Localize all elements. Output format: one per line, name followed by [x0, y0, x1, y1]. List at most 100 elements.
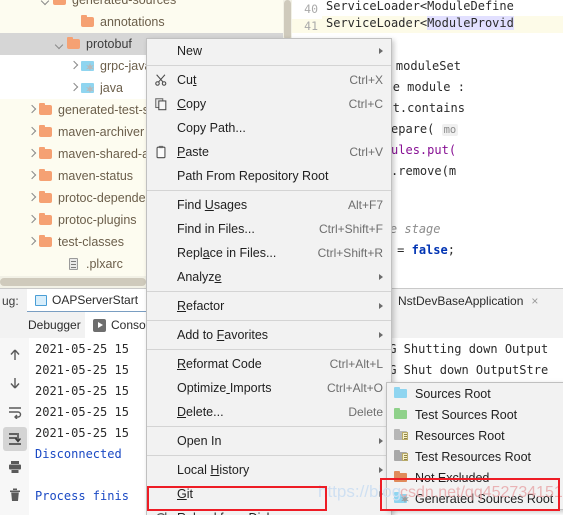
menu-item-label: Delete...	[177, 405, 224, 419]
submenu-arrow-icon	[379, 332, 383, 338]
chevron-right-icon[interactable]	[26, 149, 37, 160]
test-resources-root-icon	[394, 450, 408, 462]
menu-item-delete[interactable]: Delete... Delete	[147, 400, 391, 424]
clipboard-icon	[154, 145, 168, 159]
menu-item-analyze[interactable]: Analyze	[147, 265, 391, 289]
menu-item-cut[interactable]: Cut Ctrl+X	[147, 68, 391, 92]
run-tab-label: OAPServerStart	[52, 293, 139, 307]
console-line: Process finis	[35, 489, 129, 503]
folder-icon	[39, 125, 53, 138]
param-hint-chip: mo	[441, 124, 459, 136]
line-number-41: 41	[292, 19, 322, 33]
soft-wrap-icon[interactable]	[3, 399, 27, 423]
chevron-right-icon[interactable]	[26, 105, 37, 116]
context-menu[interactable]: New Cut Ctrl+X Copy Ctrl+C Copy Path... Paste C…	[146, 38, 392, 515]
code-selection: ModuleProvid	[427, 16, 514, 30]
console-line: Disconnected	[35, 447, 122, 461]
console-icon	[93, 318, 106, 332]
menu-separator	[147, 426, 391, 427]
console-line: 2021-05-25 15	[35, 342, 129, 356]
submenu-item-test-sources-root[interactable]: Test Sources Root	[387, 404, 563, 425]
run-config-icon	[35, 294, 47, 306]
menu-separator	[147, 190, 391, 191]
chevron-right-icon[interactable]	[26, 127, 37, 138]
menu-item-paste[interactable]: Paste Ctrl+V	[147, 140, 391, 164]
menu-item-shortcut: Ctrl+C	[348, 97, 383, 111]
annotation-box-mark-directory	[147, 486, 327, 511]
submenu-item-label: Sources Root	[415, 386, 491, 401]
menu-item-shortcut: Ctrl+Shift+R	[317, 246, 383, 260]
menu-item-new[interactable]: New	[147, 39, 391, 63]
console-line: 2021-05-25 15	[35, 405, 129, 419]
menu-item-reformat-code[interactable]: Reformat Code Ctrl+Alt+L	[147, 352, 391, 376]
run-tab-nstdevbaseapplication[interactable]: NstDevBaseApplication ×	[390, 289, 546, 313]
folder-icon	[67, 37, 81, 50]
chevron-down-icon[interactable]	[54, 39, 65, 50]
tree-node-label: grpc-java	[100, 59, 152, 73]
close-icon[interactable]: ×	[531, 294, 538, 308]
trash-icon[interactable]	[3, 483, 27, 507]
menu-item-add-to-favorites[interactable]: Add to Favorites	[147, 323, 391, 347]
run-tab-oapserverstart[interactable]: OAPServerStart	[27, 289, 147, 313]
chevron-right-icon[interactable]	[26, 215, 37, 226]
submenu-arrow-icon	[379, 274, 383, 280]
menu-item-label: Add to Favorites	[177, 328, 269, 342]
menu-item-open-in[interactable]: Open In	[147, 429, 391, 453]
tree-node-generated-sources[interactable]: generated-sources	[0, 0, 292, 11]
folder-icon	[39, 191, 53, 204]
menu-item-copy-path[interactable]: Copy Path...	[147, 116, 391, 140]
tree-hscroll-thumb[interactable]	[0, 278, 146, 286]
chevron-down-icon[interactable]	[40, 0, 51, 6]
tree-node-label: maven-archiver	[58, 125, 145, 139]
menu-item-shortcut: Ctrl+X	[349, 73, 383, 87]
tree-node-label: annotations	[100, 15, 165, 29]
tree-node-annotations[interactable]: annotations	[0, 11, 292, 33]
code-line-0: ServiceLoader<ModuleDefine	[326, 0, 514, 13]
menu-item-find-usages[interactable]: Find Usages Alt+F7	[147, 193, 391, 217]
tree-vscroll-thumb[interactable]	[284, 0, 291, 40]
chevron-right-icon[interactable]	[26, 193, 37, 204]
scroll-to-end-icon[interactable]	[3, 427, 27, 451]
menu-item-copy[interactable]: Copy Ctrl+C	[147, 92, 391, 116]
menu-item-label: Path From Repository Root	[177, 169, 329, 183]
menu-item-label: Refactor	[177, 299, 225, 313]
chevron-right-icon[interactable]	[68, 83, 79, 94]
tree-node-label: java	[100, 81, 123, 95]
chevron-right-icon[interactable]	[26, 237, 37, 248]
print-icon[interactable]	[3, 455, 27, 479]
copy-icon	[154, 97, 168, 111]
scroll-up-icon[interactable]	[3, 343, 27, 367]
menu-separator	[147, 291, 391, 292]
debugger-tab-label: Debugger	[28, 318, 81, 332]
chevron-right-icon[interactable]	[26, 171, 37, 182]
folder-icon	[39, 213, 53, 226]
menu-item-shortcut: Ctrl+Shift+F	[318, 222, 383, 236]
submenu-item-test-resources-root[interactable]: Test Resources Root	[387, 446, 563, 467]
code-line-1: ServiceLoader<ModuleProvid	[326, 16, 514, 30]
submenu-item-resources-root[interactable]: Resources Root	[387, 425, 563, 446]
submenu-item-label: Test Resources Root	[415, 449, 532, 464]
menu-separator	[147, 65, 391, 66]
debug-window-label: ug:	[2, 294, 19, 308]
submenu-item-sources-root[interactable]: Sources Root	[387, 383, 563, 404]
scissors-icon	[154, 73, 168, 87]
chevron-right-icon[interactable]	[68, 61, 79, 72]
menu-item-local-history[interactable]: Local History	[147, 458, 391, 482]
menu-item-find-in-files[interactable]: Find in Files... Ctrl+Shift+F	[147, 217, 391, 241]
tab-debugger[interactable]: Debugger	[20, 312, 89, 338]
folder-icon	[39, 235, 53, 248]
submenu-arrow-icon	[379, 303, 383, 309]
menu-item-replace-in-files[interactable]: Replace in Files... Ctrl+Shift+R	[147, 241, 391, 265]
scroll-down-icon[interactable]	[3, 371, 27, 395]
tree-node-label: generated-sources	[72, 0, 177, 7]
menu-item-path-from-repository-root[interactable]: Path From Repository Root	[147, 164, 391, 188]
console-tab-label: Consol	[111, 318, 149, 332]
menu-item-refactor[interactable]: Refactor	[147, 294, 391, 318]
file-doc-icon	[67, 258, 81, 270]
console-line-right: UG Shutting down Output	[382, 342, 549, 356]
menu-item-optimize-imports[interactable]: Optimize Imports Ctrl+Alt+O	[147, 376, 391, 400]
menu-item-label: Open In	[177, 434, 222, 448]
menu-item-label: Analyze	[177, 270, 222, 284]
